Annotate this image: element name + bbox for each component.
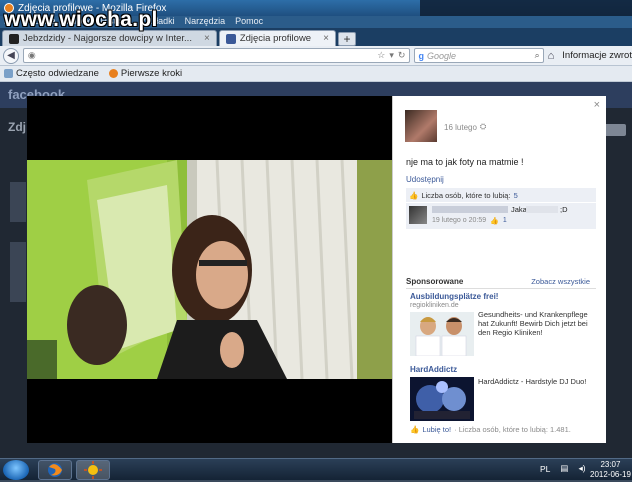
likes-summary: 👍 Liczba osób, które to lubią: 5: [406, 188, 596, 202]
clock[interactable]: 23:07 2012-06-19: [590, 460, 631, 480]
comment-redacted: [526, 206, 558, 213]
taskbar-app[interactable]: [76, 460, 110, 480]
ad-photo-dj: [410, 377, 474, 421]
bookmark-label: Pierwsze kroki: [120, 68, 183, 79]
menu-help[interactable]: Pomoc: [235, 16, 263, 28]
taskbar-firefox[interactable]: [38, 460, 72, 480]
ad-text: HardAddictz - Hardstyle DJ Duo!: [478, 377, 587, 386]
sponsored-title: Sponsorowane: [406, 277, 464, 286]
sun-icon: [84, 461, 102, 479]
ad-image[interactable]: [410, 377, 474, 421]
date-text[interactable]: 16 lutego: [444, 123, 477, 132]
ad-title[interactable]: Ausbildungsplätze frei!: [410, 292, 498, 301]
ad-text: Gesundheits- und Krankenpflege hat Zukun…: [478, 310, 588, 337]
comment-likes-count[interactable]: 1: [503, 217, 507, 225]
watermark: www.wiocha.pl: [4, 8, 158, 31]
taskbar: PL ▤ ◂) 23:07 2012-06-19: [0, 458, 632, 480]
close-tab-icon[interactable]: ×: [323, 33, 329, 44]
close-icon[interactable]: ×: [594, 99, 600, 111]
page-title: Zdj: [8, 120, 26, 134]
ad-image[interactable]: [410, 312, 474, 357]
system-tray: PL ▤ ◂): [540, 463, 586, 474]
avatar[interactable]: [405, 110, 437, 142]
divider: [406, 288, 596, 289]
ad-photo-nurses: [410, 312, 474, 357]
language-indicator[interactable]: PL: [540, 464, 550, 474]
reload-icon[interactable]: ↻: [398, 50, 406, 61]
comment-date[interactable]: 19 lutego o 20:59: [432, 217, 486, 225]
photo-caption: nje ma to jak foty na matmie !: [406, 157, 524, 167]
comment: Jaka ;D 19 lutego o 20:59 👍 1: [406, 203, 596, 229]
share-link[interactable]: Udostępnij: [406, 175, 444, 184]
thumbs-up-icon[interactable]: 👍: [410, 425, 419, 434]
site-identity-icon[interactable]: ◉: [28, 50, 36, 61]
google-icon: g: [418, 50, 424, 61]
facebook-favicon: [225, 33, 236, 44]
bookmark-most-visited[interactable]: Często odwiedzane: [4, 68, 99, 79]
comment-smile: ;D: [560, 205, 568, 214]
clock-date: 2012-06-19: [590, 470, 631, 479]
bookmark-label: Często odwiedzane: [16, 68, 99, 79]
audience-icon[interactable]: ⛭: [480, 122, 486, 132]
url-bar[interactable]: ◉ ☆ ▾ ↻: [22, 48, 411, 63]
clock-time: 23:07: [600, 460, 621, 469]
comment-text: Jaka: [511, 205, 527, 214]
windows-start-button[interactable]: [3, 460, 29, 480]
profile-photo[interactable]: [27, 160, 392, 379]
thumbs-up-icon: 👍: [409, 190, 419, 200]
network-icon[interactable]: ▤: [560, 463, 568, 474]
like-link[interactable]: Lubię to!: [422, 425, 451, 434]
back-button[interactable]: ◀: [3, 47, 19, 64]
likes-label: Liczba osób, które to lubią:: [421, 190, 511, 200]
firefox-icon: [48, 463, 62, 477]
search-placeholder: Google: [426, 50, 456, 61]
ad-url[interactable]: regiokliniken.de: [410, 302, 459, 309]
sidebar-thumbnail: [10, 182, 26, 222]
photo-viewer: [27, 96, 392, 443]
firefox-icon: [108, 69, 118, 78]
tab-jebzdzidy[interactable]: Jebzdzidy - Najgorsze dowcipy w Inter...…: [2, 30, 217, 46]
photo-date: 16 lutego ⛭: [444, 122, 486, 132]
likes-count[interactable]: 5: [514, 191, 518, 200]
page-icon: [4, 69, 13, 78]
tab-profile-photos[interactable]: Zdjęcia profilowe ×: [218, 30, 336, 46]
see-all-link[interactable]: Zobacz wszystkie: [531, 277, 590, 286]
tab-label: Zdjęcia profilowe: [239, 33, 312, 44]
ad-footer: 👍 Lubię to! · Liczba osób, które to lubi…: [410, 425, 571, 434]
ad-title[interactable]: HardAddictz: [410, 365, 457, 374]
volume-icon[interactable]: ◂): [578, 463, 585, 474]
star-icon[interactable]: ☆: [377, 50, 385, 61]
search-box[interactable]: g Google ⌕: [414, 48, 544, 63]
commenter-name-redacted: [432, 206, 508, 213]
jebzdzidy-favicon: [9, 33, 19, 44]
info-button[interactable]: Informacje zwrot: [562, 50, 632, 61]
sidebar-thumbnail: [10, 242, 26, 302]
menu-tools[interactable]: Narzędzia: [185, 16, 226, 28]
navigation-bar: ◀ ◉ ☆ ▾ ↻ g Google ⌕ ⌂ Informacje zwrot: [0, 46, 632, 66]
comment-like-icon[interactable]: 👍: [490, 217, 499, 225]
bookmark-getting-started[interactable]: Pierwsze kroki: [108, 68, 183, 79]
bookmarks-bar: Często odwiedzane Pierwsze kroki: [0, 66, 632, 82]
commenter-avatar[interactable]: [409, 206, 427, 224]
close-tab-icon[interactable]: ×: [204, 33, 210, 44]
search-icon[interactable]: ⌕: [535, 50, 540, 61]
comment-meta: 19 lutego o 20:59 👍 1: [432, 217, 507, 225]
ad-likes-label: · Liczba osób, które to lubią: 1.481.: [454, 425, 571, 434]
home-icon[interactable]: ⌂: [548, 50, 555, 62]
dropdown-icon[interactable]: ▾: [389, 50, 394, 61]
photo-image: [27, 160, 392, 379]
tab-label: Jebzdzidy - Najgorsze dowcipy w Inter...: [23, 33, 192, 44]
photo-info-panel: × 16 lutego ⛭ nje ma to jak foty na matm…: [392, 96, 606, 443]
new-tab-button[interactable]: +: [337, 32, 356, 46]
